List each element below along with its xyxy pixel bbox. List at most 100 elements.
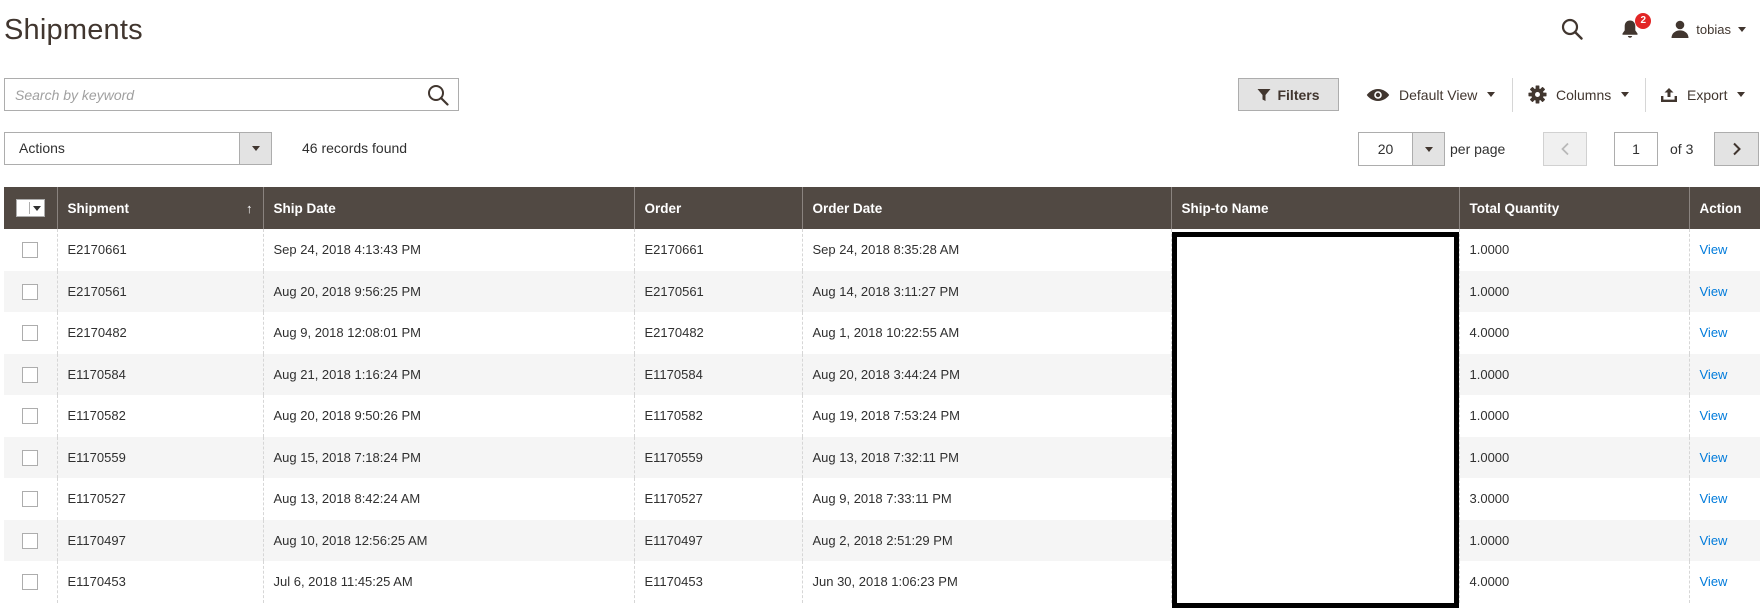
search-icon [428,84,449,106]
table-row[interactable]: E2170661 Sep 24, 2018 4:13:43 PM E2170661 S… [4,229,1760,271]
row-checkbox[interactable] [22,325,39,342]
default-view-label: Default View [1399,86,1478,103]
table-row[interactable]: E1170497 Aug 10, 2018 12:56:25 AM E1170497… [4,519,1760,561]
toolbar-divider [1512,78,1513,112]
next-page-button[interactable] [1714,132,1759,166]
previous-page-button[interactable] [1543,132,1587,166]
row-select-cell [4,436,57,478]
sort-ascending-icon: ↑ [246,200,253,216]
current-page-input[interactable] [1614,132,1658,166]
select-all-header [4,187,57,229]
user-menu[interactable]: tobias [1671,20,1746,38]
per-page-label: per page [1450,141,1506,157]
per-page-select[interactable]: 20 [1358,132,1445,166]
cell-shipment-id: E1170559 [56,436,263,478]
cell-action: View [1688,229,1760,271]
cell-action: View [1688,478,1760,520]
cell-total-quantity: 1.0000 [1458,270,1689,312]
notifications-button[interactable]: 2 [1617,13,1652,42]
mass-actions-dropdown[interactable]: Actions [4,132,272,165]
username: tobias [1696,21,1731,37]
row-checkbox[interactable] [22,242,39,259]
row-checkbox[interactable] [22,574,39,591]
cell-order-date: Aug 14, 2018 3:11:27 PM [801,270,1171,312]
view-link[interactable]: View [1700,367,1728,382]
cell-shipment-id: E1170527 [56,478,263,520]
export-dropdown[interactable]: Export [1660,78,1746,111]
cell-ship-date: Aug 20, 2018 9:56:25 PM [262,270,634,312]
page-title: Shipments [4,14,143,46]
cell-action: View [1688,519,1760,561]
user-icon [1671,20,1689,38]
view-link[interactable]: View [1700,574,1728,589]
search-input[interactable] [5,79,418,110]
cell-order-id: E1170559 [633,436,802,478]
global-search-button[interactable] [1559,16,1585,42]
chevron-down-icon [1621,92,1630,97]
mass-select-checkbox[interactable] [16,199,45,217]
cell-action: View [1688,436,1760,478]
redacted-region [1172,232,1459,608]
search-icon [1562,18,1583,40]
cell-action: View [1688,561,1760,603]
cell-total-quantity: 4.0000 [1458,312,1689,354]
row-checkbox[interactable] [22,449,39,466]
cell-ship-date: Aug 10, 2018 12:56:25 AM [262,519,634,561]
column-header-ship-to-name[interactable]: Ship-to Name [1170,187,1459,229]
table-row[interactable]: E1170559 Aug 15, 2018 7:18:24 PM E1170559 A… [4,436,1760,478]
row-checkbox[interactable] [22,532,39,549]
default-view-dropdown[interactable]: Default View [1366,78,1496,111]
view-link[interactable]: View [1700,533,1728,548]
view-link[interactable]: View [1700,450,1728,465]
cell-ship-date: Aug 9, 2018 12:08:01 PM [262,312,634,354]
cell-total-quantity: 1.0000 [1458,395,1689,437]
row-checkbox[interactable] [22,491,39,508]
table-row[interactable]: E2170482 Aug 9, 2018 12:08:01 PM E2170482 A… [4,312,1760,354]
cell-total-quantity: 1.0000 [1458,229,1689,271]
cell-action: View [1688,353,1760,395]
chevron-down-icon [239,133,271,164]
cell-order-date: Sep 24, 2018 8:35:28 AM [801,229,1171,271]
cell-total-quantity: 3.0000 [1458,478,1689,520]
row-checkbox[interactable] [22,366,39,383]
filters-button[interactable]: Filters [1238,78,1339,111]
cell-shipment-id: E2170561 [56,270,263,312]
chevron-down-icon [1737,92,1746,97]
table-row[interactable]: E1170584 Aug 21, 2018 1:16:24 PM E1170584 A… [4,353,1760,395]
column-header-ship-date[interactable]: Ship Date [262,187,634,229]
row-checkbox[interactable] [22,283,39,300]
view-link[interactable]: View [1700,408,1728,423]
row-select-cell [4,312,57,354]
mass-actions-label: Actions [19,140,65,156]
cell-action: View [1688,312,1760,354]
row-select-cell [4,561,57,603]
cell-order-date: Aug 2, 2018 2:51:29 PM [801,519,1171,561]
columns-dropdown[interactable]: Columns [1528,78,1630,111]
cell-shipment-id: E1170453 [56,561,263,603]
column-header-total-quantity[interactable]: Total Quantity [1458,187,1689,229]
view-link[interactable]: View [1700,284,1728,299]
table-row[interactable]: E2170561 Aug 20, 2018 9:56:25 PM E2170561 A… [4,270,1760,312]
cell-action: View [1688,395,1760,437]
cell-shipment-id: E2170661 [56,229,263,271]
search-submit-button[interactable] [418,79,458,110]
cell-ship-date: Sep 24, 2018 4:13:43 PM [262,229,634,271]
view-link[interactable]: View [1700,325,1728,340]
column-header-order[interactable]: Order [633,187,802,229]
table-row[interactable]: E1170453 Jul 6, 2018 11:45:25 AM E1170453 J… [4,561,1760,603]
per-page-value: 20 [1377,141,1394,157]
cell-total-quantity: 1.0000 [1458,519,1689,561]
column-header-order-date[interactable]: Order Date [801,187,1171,229]
cell-total-quantity: 1.0000 [1458,436,1689,478]
row-checkbox[interactable] [22,408,39,425]
chevron-down-icon[interactable] [1412,133,1444,165]
view-link[interactable]: View [1700,242,1728,257]
toolbar-divider [1645,78,1646,112]
column-header-action: Action [1688,187,1760,229]
column-header-shipment[interactable]: Shipment ↑ [56,187,263,229]
cell-order-id: E1170527 [633,478,802,520]
view-link[interactable]: View [1700,491,1728,506]
table-row[interactable]: E1170527 Aug 13, 2018 8:42:24 AM E1170527 A… [4,478,1760,520]
table-row[interactable]: E1170582 Aug 20, 2018 9:50:26 PM E1170582 A… [4,395,1760,437]
row-select-cell [4,270,57,312]
